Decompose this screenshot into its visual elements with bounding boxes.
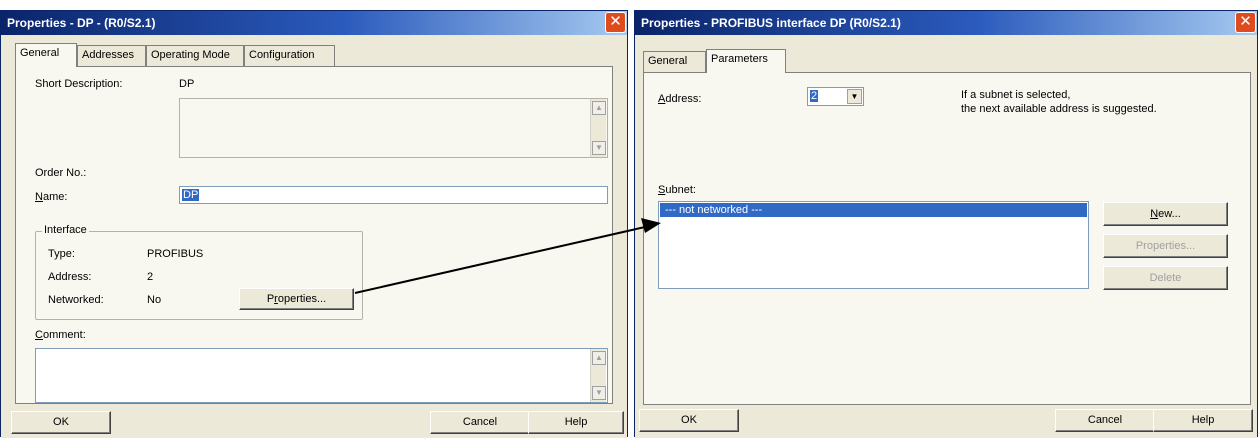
chevron-down-icon[interactable]: ▼ — [847, 89, 862, 104]
interface-address-label: Address: — [48, 271, 92, 283]
address-dropdown-value: 2 — [810, 90, 819, 102]
scroll-down-icon[interactable]: ▼ — [592, 386, 606, 400]
help-button[interactable]: Help — [1153, 409, 1253, 432]
parameters-tab-panel: Address: 2 ▼ If a subnet is selected, th… — [643, 72, 1251, 405]
address-dropdown[interactable]: 2 ▼ — [807, 87, 864, 106]
comment-textarea[interactable]: ▲ ▼ — [35, 348, 608, 403]
title-bar[interactable]: Properties - PROFIBUS interface DP (R0/S… — [635, 11, 1257, 35]
window-title: Properties - DP - (R0/S2.1) — [7, 16, 156, 30]
new-subnet-button[interactable]: New... — [1103, 202, 1228, 226]
window-title: Properties - PROFIBUS interface DP (R0/S… — [641, 16, 901, 30]
interface-type-label: Type: — [48, 248, 75, 260]
order-no-label: Order No.: — [35, 167, 87, 179]
tab-general[interactable]: General — [15, 43, 77, 67]
properties-dp-dialog: Properties - DP - (R0/S2.1) ✕ General Ad… — [0, 10, 628, 438]
interface-address-value: 2 — [147, 271, 154, 283]
address-hint-line2: the next available address is suggested. — [961, 103, 1157, 115]
short-description-label: Short Description: — [35, 78, 123, 90]
close-icon[interactable]: ✕ — [1235, 12, 1256, 33]
properties-profibus-interface-dialog: Properties - PROFIBUS interface DP (R0/S… — [634, 10, 1258, 438]
comment-label: Comment: — [35, 329, 86, 341]
comment-label-accel: C — [35, 329, 43, 341]
name-input[interactable]: DP — [179, 186, 608, 204]
ok-button[interactable]: OK — [11, 411, 111, 434]
comment-scrollbar[interactable]: ▲ ▼ — [590, 349, 606, 402]
name-label: Name: — [35, 191, 67, 203]
delete-subnet-button[interactable]: Delete — [1103, 266, 1228, 290]
scroll-up-icon[interactable]: ▲ — [592, 351, 606, 365]
tab-general[interactable]: General — [643, 51, 706, 72]
subnet-list[interactable]: --- not networked --- — [658, 201, 1089, 289]
cancel-button[interactable]: Cancel — [430, 411, 530, 434]
subnet-label-rest: ubnet: — [665, 184, 696, 196]
tab-operating-mode[interactable]: Operating Mode — [146, 45, 244, 66]
address-label: Address: — [658, 93, 701, 105]
tab-parameters[interactable]: Parameters — [706, 49, 786, 73]
subnet-label: Subnet: — [658, 184, 696, 196]
name-label-rest: ame: — [42, 191, 68, 203]
interface-properties-button[interactable]: Properties... — [239, 288, 354, 310]
comment-label-rest: omment: — [42, 329, 86, 341]
description-textbox[interactable]: ▲ ▼ — [179, 98, 608, 158]
subnet-properties-button[interactable]: Properties... — [1103, 234, 1228, 258]
interface-networked-label: Networked: — [48, 294, 104, 306]
new-subnet-label-rest: ew... — [1158, 208, 1181, 220]
interface-type-value: PROFIBUS — [147, 248, 204, 260]
short-description-value: DP — [179, 78, 195, 90]
interface-group-label: Interface — [42, 224, 89, 236]
scroll-up-icon[interactable]: ▲ — [592, 101, 606, 115]
tab-addresses[interactable]: Addresses — [77, 45, 146, 66]
interface-networked-value: No — [147, 294, 162, 306]
title-bar[interactable]: Properties - DP - (R0/S2.1) ✕ — [1, 11, 627, 35]
scroll-down-icon[interactable]: ▼ — [592, 141, 606, 155]
close-icon[interactable]: ✕ — [605, 12, 626, 33]
button-bar: OK Cancel Help — [635, 407, 1257, 438]
address-label-rest: ddress: — [665, 93, 702, 105]
tab-configuration[interactable]: Configuration — [244, 45, 335, 66]
button-bar: OK Cancel Help — [1, 407, 627, 438]
interface-properties-label-end: operties... — [277, 293, 327, 305]
list-item[interactable]: --- not networked --- — [660, 203, 1087, 217]
name-label-accel: N — [35, 191, 43, 203]
general-tab-panel: Short Description: DP ▲ ▼ Order No.: Nam… — [15, 66, 613, 404]
ok-button[interactable]: OK — [639, 409, 739, 432]
new-subnet-label-accel: N — [1150, 208, 1159, 220]
description-scrollbar[interactable]: ▲ ▼ — [590, 99, 606, 157]
help-button[interactable]: Help — [528, 411, 624, 434]
cancel-button[interactable]: Cancel — [1055, 409, 1155, 432]
name-input-value: DP — [182, 189, 200, 201]
interface-groupbox: Interface Type: PROFIBUS Address: 2 Netw… — [35, 224, 363, 320]
address-hint-line1: If a subnet is selected, — [961, 89, 1071, 101]
